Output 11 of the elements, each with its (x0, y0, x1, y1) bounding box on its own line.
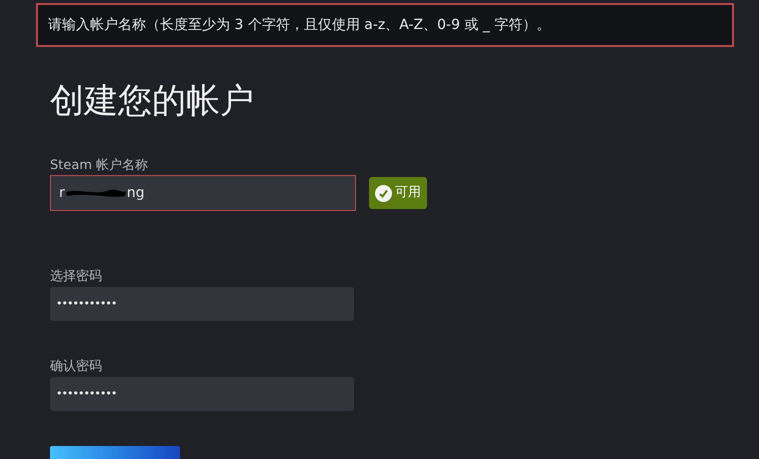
password-field[interactable]: ••••••••••• (50, 287, 354, 321)
username-field[interactable]: r ng (50, 175, 356, 211)
check-icon (375, 184, 392, 202)
available-badge: 可用 (369, 177, 427, 209)
redaction-mark (64, 187, 127, 199)
password-field[interactable]: ••••••••••• (50, 377, 354, 411)
field-label: Steam 帐户名称 (50, 158, 148, 174)
error-message: 请输入帐户名称（长度至少为 3 个字符，且仅使用 a-z、A-Z、0-9 或 _ 字符）。 (48, 16, 550, 34)
page-heading: 创建您的帐户 (50, 80, 255, 123)
field-label: 确认密码 (50, 359, 102, 375)
field-label: 选择密码 (50, 269, 102, 285)
